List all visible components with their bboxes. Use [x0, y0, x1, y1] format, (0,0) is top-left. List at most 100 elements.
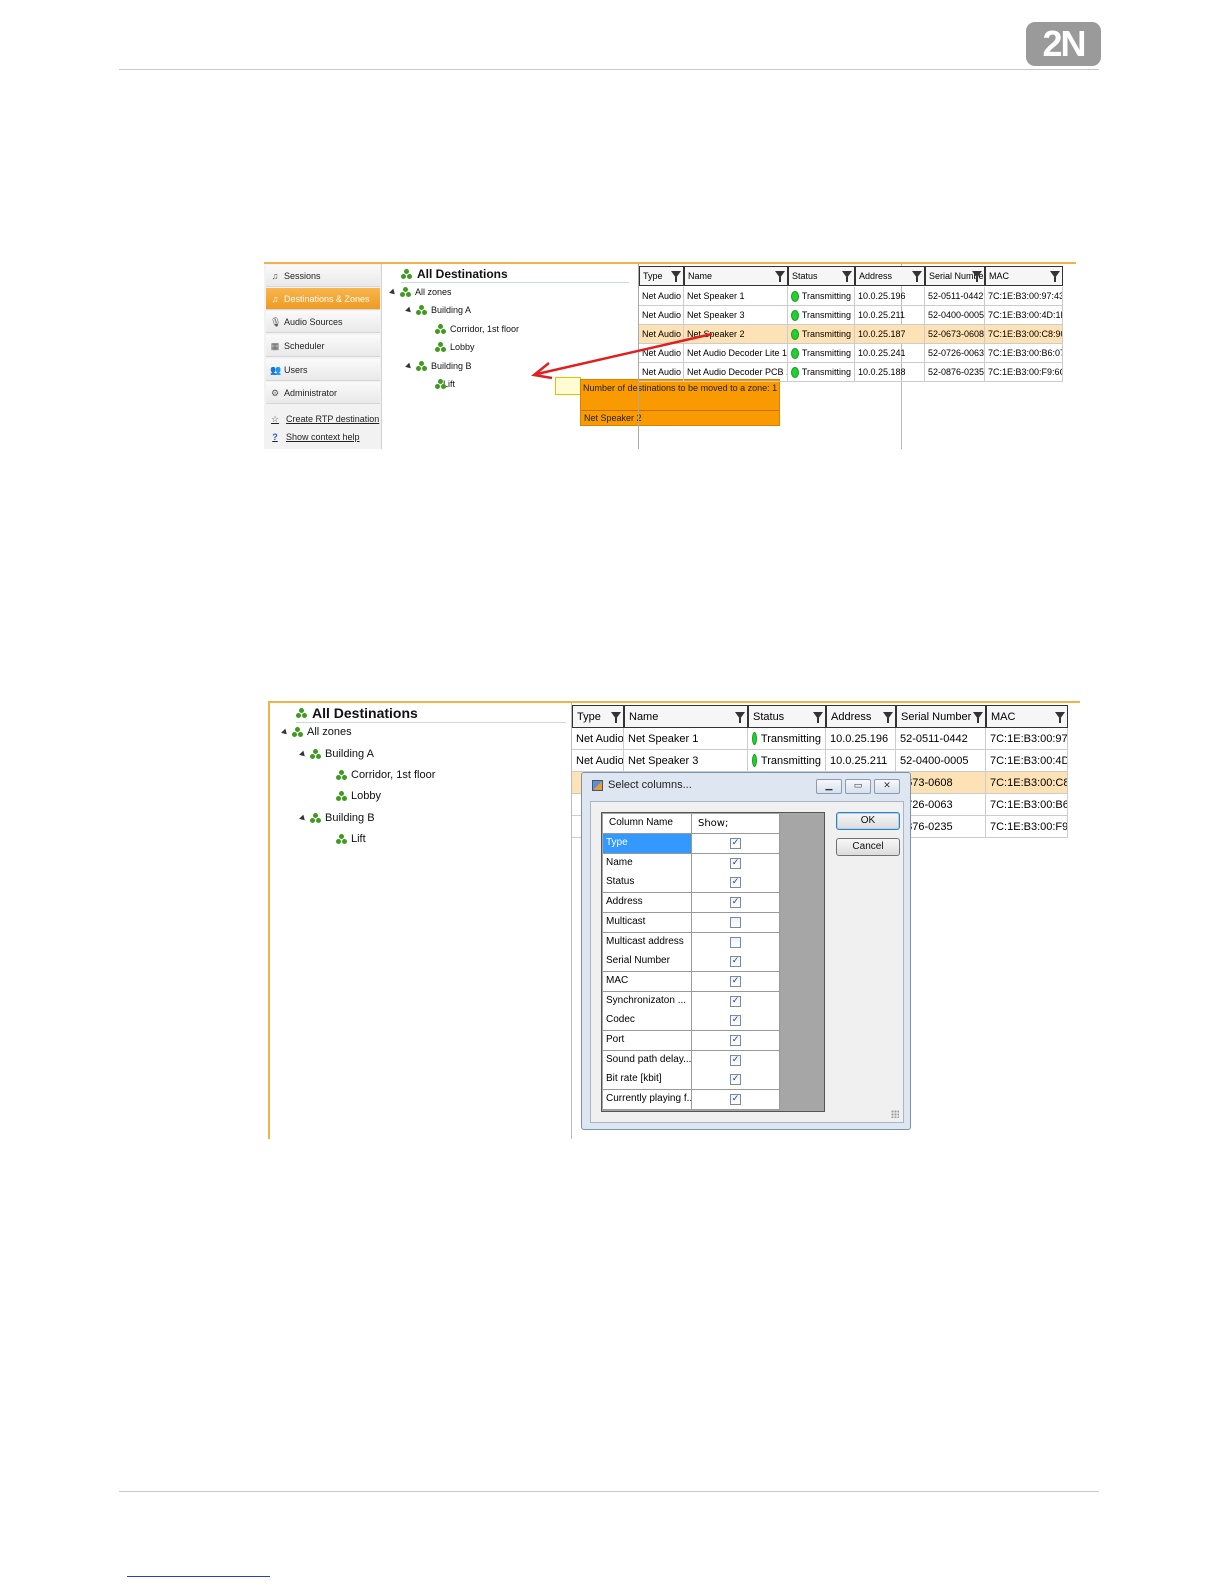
tree-node-lift[interactable]: Lift	[336, 833, 366, 845]
grid-cell[interactable]: Net Audio	[639, 363, 684, 382]
grid-cell[interactable]: Transmitting	[788, 325, 855, 344]
create-rtp-destination-link[interactable]: ☆ Create RTP destination	[270, 414, 379, 424]
filter-icon[interactable]	[735, 712, 745, 723]
sidebar-item-users[interactable]: 👥 Users	[266, 359, 380, 381]
grid-cell[interactable]: 10.0.25.211	[855, 306, 925, 325]
resize-grip-icon[interactable]	[891, 1110, 899, 1118]
collapse-triangle-icon[interactable]	[389, 288, 397, 296]
grid-cell[interactable]: 52-0673-0608	[925, 325, 985, 344]
checkbox-checked-icon[interactable]: ✓	[730, 956, 741, 968]
collapse-triangle-icon[interactable]	[405, 362, 413, 370]
show-context-help-link[interactable]: ? Show context help	[270, 432, 359, 442]
cancel-button[interactable]: Cancel	[836, 838, 900, 856]
column-option-show[interactable]: ✓	[692, 1011, 780, 1032]
sidebar-item-audio-sources[interactable]: 🎙 Audio Sources	[266, 311, 380, 333]
tree-node-building-b[interactable]: Building B	[405, 361, 472, 371]
sidebar-item-scheduler[interactable]: ▦ Scheduler	[266, 335, 380, 357]
filter-icon[interactable]	[883, 712, 893, 723]
column-header-address[interactable]: Address	[826, 705, 896, 728]
filter-icon[interactable]	[842, 271, 852, 282]
tree-node-building-a[interactable]: Building A	[299, 748, 374, 760]
grid-cell[interactable]: Transmitting	[788, 306, 855, 325]
grid-cell[interactable]: Net Audio	[572, 750, 624, 772]
grid-cell[interactable]: 52-0400-0005	[925, 306, 985, 325]
column-option-show[interactable]: ✓	[692, 893, 780, 914]
grid-cell[interactable]: 7C:1E:B3:00:C8:90	[986, 772, 1068, 794]
grid-cell[interactable]: 10.0.25.187	[855, 325, 925, 344]
grid-cell[interactable]: 7C:1E:B3:00:C8:90	[985, 325, 1063, 344]
column-option-show[interactable]	[692, 932, 780, 953]
maximize-button[interactable]: ▭	[845, 779, 871, 794]
column-header-type[interactable]: Type	[639, 266, 684, 286]
column-option-row[interactable]: Address ✓	[603, 893, 780, 914]
grid-cell[interactable]: Transmitting	[788, 344, 855, 363]
tree-node-lobby[interactable]: Lobby	[435, 342, 475, 352]
checkbox-unchecked-icon[interactable]	[730, 916, 741, 928]
column-option-name[interactable]: MAC	[603, 971, 692, 992]
column-option-name[interactable]: Port	[603, 1031, 692, 1051]
filter-icon[interactable]	[671, 271, 681, 282]
minimize-button[interactable]: ▁	[816, 779, 842, 794]
column-option-show[interactable]: ✓	[692, 1031, 780, 1051]
grid-cell[interactable]: Net Audio	[639, 344, 684, 363]
filter-icon[interactable]	[912, 271, 922, 282]
grid-cell[interactable]: Transmitting	[748, 750, 826, 772]
checkbox-unchecked-icon[interactable]	[730, 936, 741, 948]
column-option-row[interactable]: Type ✓	[603, 834, 780, 854]
column-option-name[interactable]: Multicast address	[603, 932, 692, 953]
checkbox-checked-icon[interactable]: ✓	[730, 1035, 741, 1046]
collapse-triangle-icon[interactable]	[405, 306, 413, 314]
sidebar-item-sessions[interactable]: ♫ Sessions	[266, 265, 380, 287]
column-option-row[interactable]: MAC ✓	[603, 971, 780, 992]
column-option-name[interactable]: Multicast	[603, 912, 692, 933]
checkbox-checked-icon[interactable]: ✓	[730, 877, 741, 889]
column-option-row[interactable]: Name ✓	[603, 853, 780, 874]
filter-icon[interactable]	[775, 271, 785, 282]
column-option-show[interactable]: ✓	[692, 1050, 780, 1071]
grid-cell[interactable]: 7C:1E:B3:00:4D:1B	[986, 750, 1068, 772]
column-header-mac[interactable]: MAC	[986, 705, 1068, 728]
column-option-name[interactable]: Sound path delay...	[603, 1050, 692, 1071]
column-header-address[interactable]: Address	[855, 266, 925, 286]
sidebar-item-destinations-zones[interactable]: ♫ Destinations & Zones	[266, 288, 380, 310]
sidebar-item-administrator[interactable]: ⚙ Administrator	[266, 382, 380, 404]
column-header-mac[interactable]: MAC	[985, 266, 1063, 286]
column-option-name[interactable]: Currently playing f...	[603, 1090, 692, 1111]
column-header-status[interactable]: Status	[748, 705, 826, 728]
grid-cell[interactable]: Net Speaker 3	[624, 750, 748, 772]
grid-cell[interactable]: 52-0511-0442	[925, 287, 985, 306]
filter-icon[interactable]	[813, 712, 823, 723]
column-option-name[interactable]: Name	[603, 853, 692, 874]
collapse-triangle-icon[interactable]	[299, 750, 307, 758]
checkbox-checked-icon[interactable]: ✓	[730, 1054, 741, 1066]
grid-cell[interactable]: 52-0726-0063	[925, 344, 985, 363]
column-option-name[interactable]: Synchronizaton ...	[603, 991, 692, 1012]
grid-cell[interactable]: 10.0.25.196	[855, 287, 925, 306]
grid-cell[interactable]: 7C:1E:B3:00:B6:07	[985, 344, 1063, 363]
collapse-triangle-icon[interactable]	[299, 814, 307, 822]
grid-cell[interactable]: Net Speaker 1	[624, 728, 748, 750]
grid-cell[interactable]: Net Audio Decoder PCB 1	[684, 363, 788, 382]
column-header-status[interactable]: Status	[788, 266, 855, 286]
checkbox-checked-icon[interactable]: ✓	[730, 897, 741, 909]
column-option-show[interactable]	[692, 912, 780, 933]
column-option-show[interactable]: ✓	[692, 873, 780, 894]
column-option-show[interactable]: ✓	[692, 1070, 780, 1091]
filter-icon[interactable]	[972, 271, 982, 282]
tree-node-all-zones[interactable]: All zones	[281, 726, 352, 738]
grid-cell[interactable]: Net Audio	[572, 728, 624, 750]
column-option-name[interactable]: Status	[603, 873, 692, 894]
column-option-name[interactable]: Bit rate [kbit]	[603, 1070, 692, 1091]
checkbox-checked-icon[interactable]: ✓	[730, 1015, 741, 1027]
grid-cell[interactable]: Transmitting	[788, 287, 855, 306]
grid-cell[interactable]: Transmitting	[788, 363, 855, 382]
grid-cell[interactable]: 52-0876-0235	[925, 363, 985, 382]
filter-icon[interactable]	[1055, 712, 1065, 723]
column-option-name[interactable]: Type	[603, 834, 692, 854]
grid-cell[interactable]: Transmitting	[748, 728, 826, 750]
column-header-name[interactable]: Name	[684, 266, 788, 286]
grid-cell[interactable]: 7C:1E:B3:00:B6:07	[986, 794, 1068, 816]
checkbox-checked-icon[interactable]: ✓	[730, 857, 741, 869]
column-option-row[interactable]: Sound path delay... ✓	[603, 1050, 780, 1071]
column-option-show[interactable]: ✓	[692, 952, 780, 973]
